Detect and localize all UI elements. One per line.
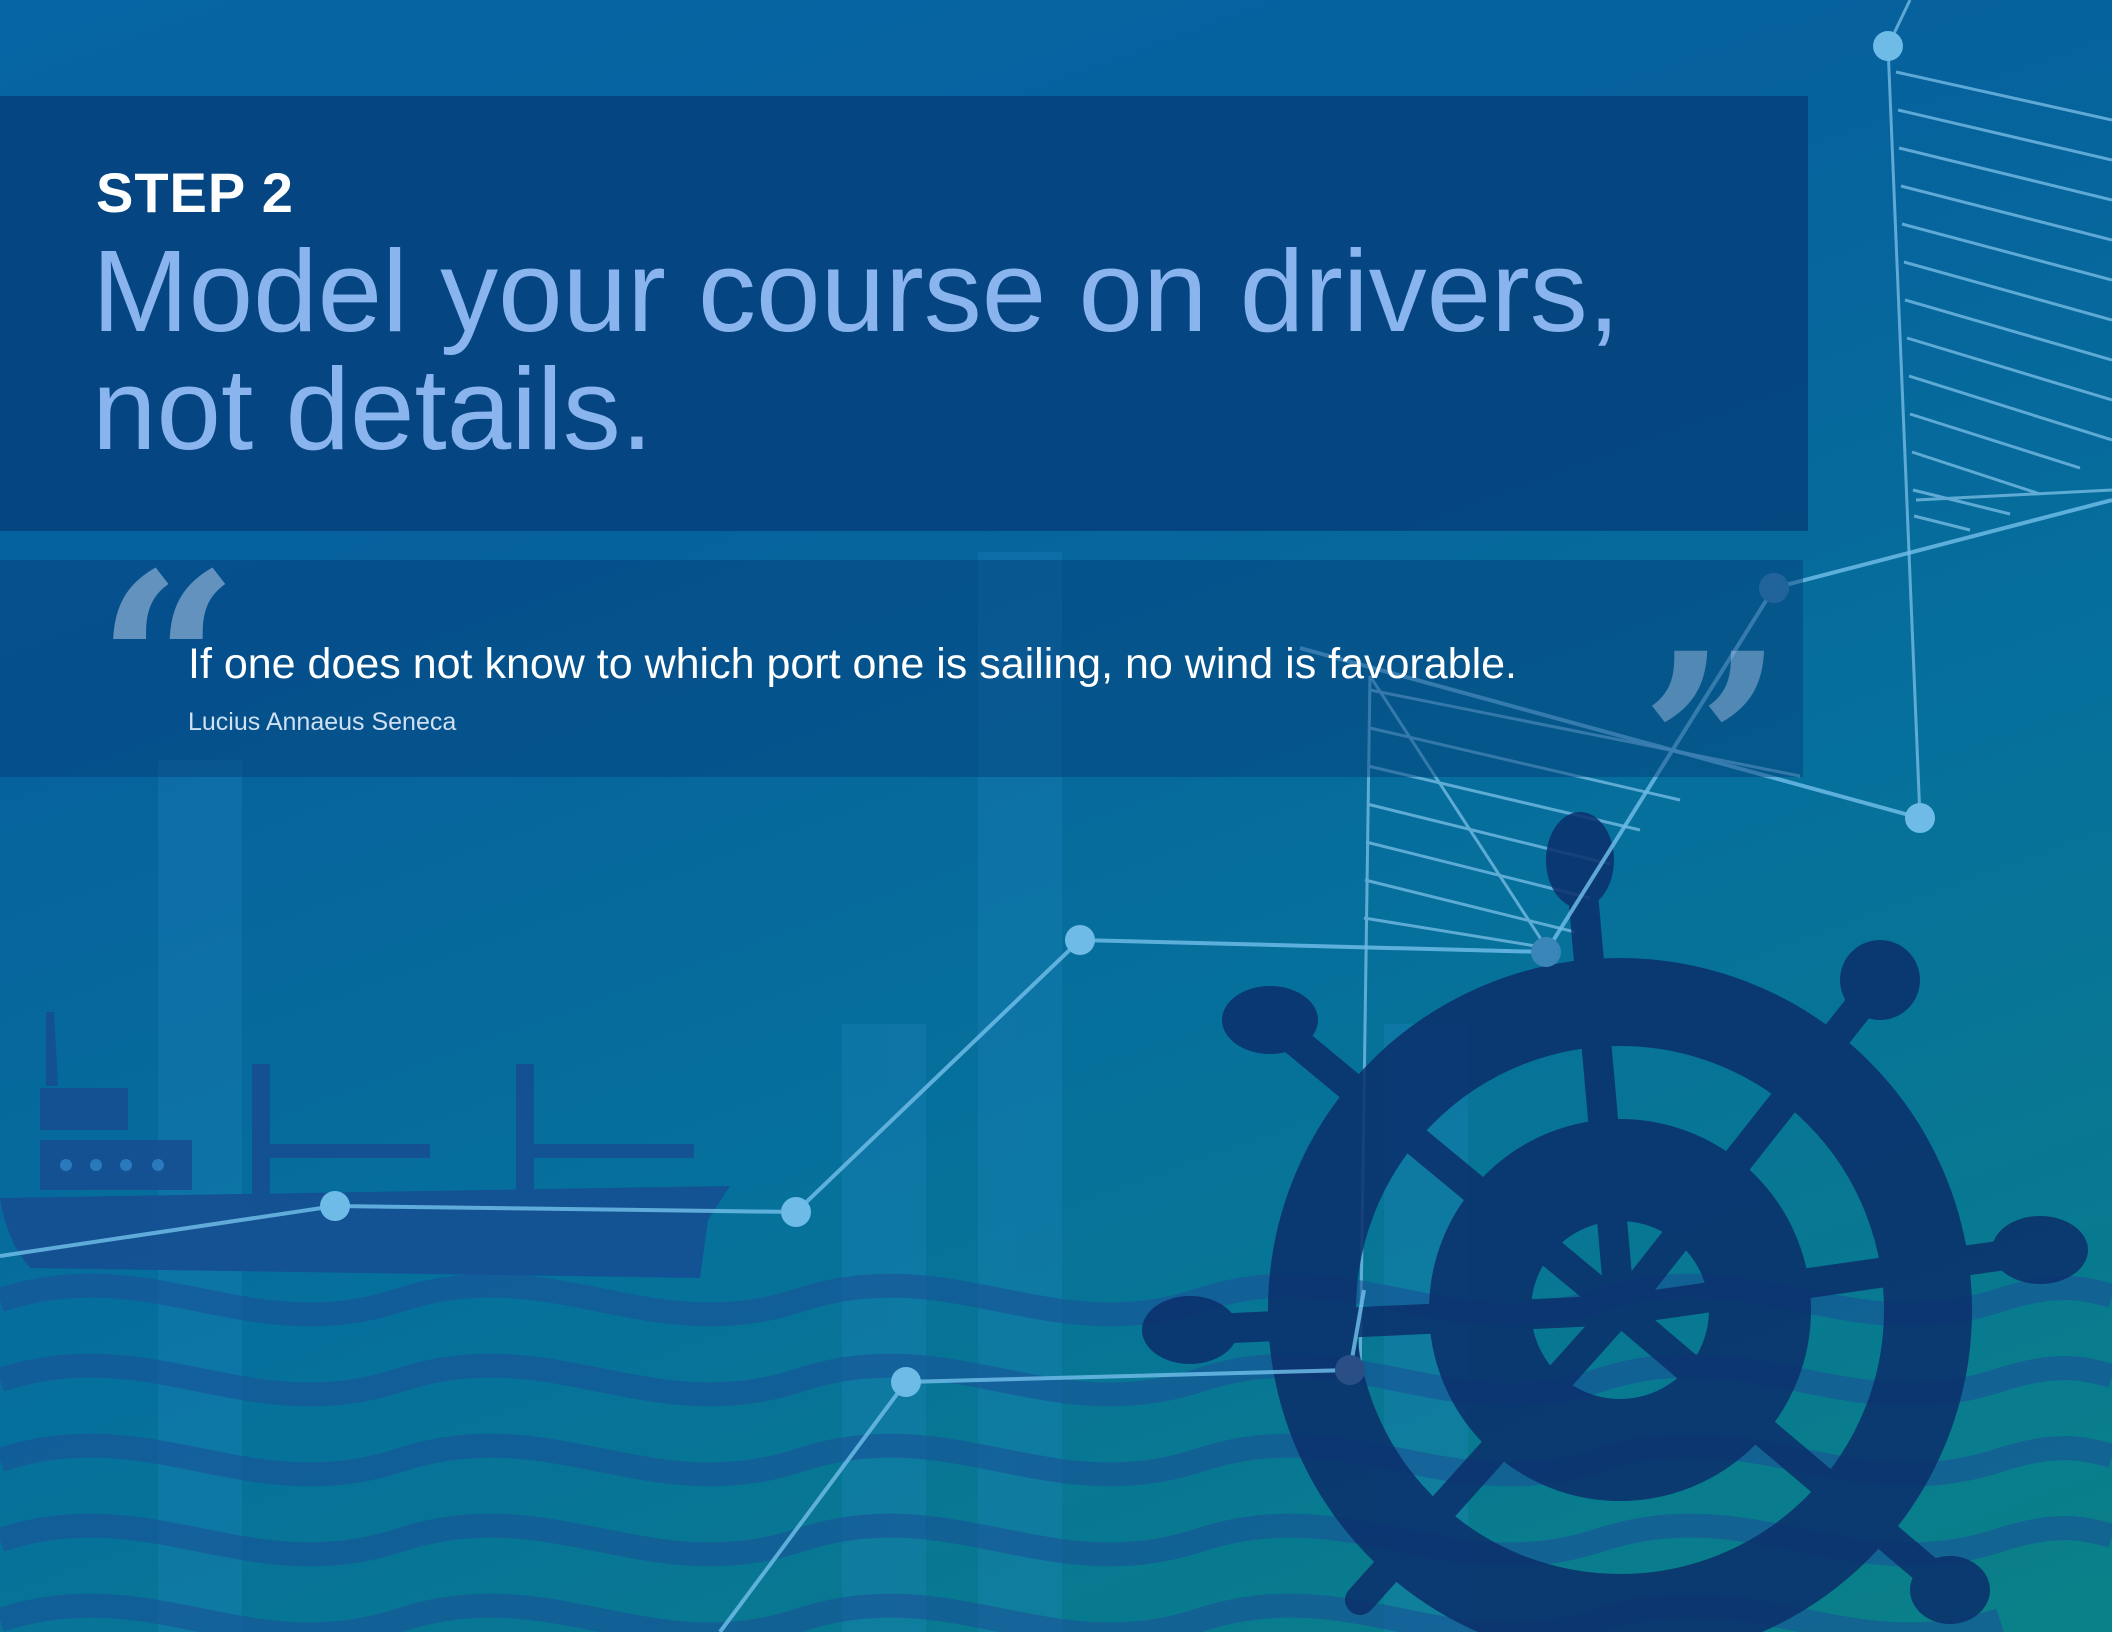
quote-text: If one does not know to which port one i… bbox=[188, 640, 1517, 688]
slide-page: STEP 2 Model your course on drivers, not… bbox=[0, 0, 2112, 1632]
page-title: Model your course on drivers, not detail… bbox=[92, 226, 1620, 474]
ship-wheel-icon bbox=[1142, 812, 2088, 1632]
step-label: STEP 2 bbox=[96, 161, 294, 224]
close-quote-icon: ” bbox=[1640, 598, 1784, 892]
quote-author: Lucius Annaeus Seneca bbox=[188, 708, 457, 736]
